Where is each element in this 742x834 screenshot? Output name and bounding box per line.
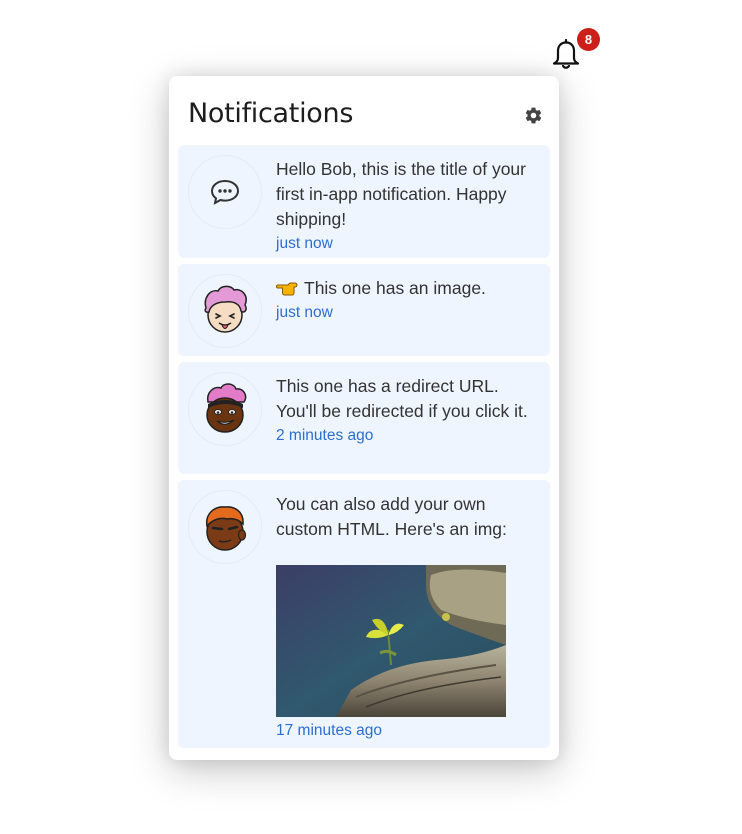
notification-message: This one has an image. [304, 278, 486, 298]
avatar-dark-skin-pink-hair [206, 383, 247, 433]
notification-bell-button[interactable]: 8 [547, 26, 603, 74]
notification-message: Hello Bob, this is the title of your fir… [276, 159, 526, 229]
notification-time: 17 minutes ago [276, 722, 382, 739]
notification-item[interactable]: This one has a redirect URL. You'll be r… [178, 362, 550, 474]
gear-icon[interactable] [524, 106, 543, 125]
panel-header: Notifications [178, 76, 550, 145]
pointing-hand-icon [276, 282, 298, 296]
notification-count-badge: 8 [577, 28, 600, 51]
notification-message: You can also add your own custom HTML. H… [276, 494, 507, 539]
notification-time: 2 minutes ago [276, 427, 374, 444]
chat-bubble-icon [210, 179, 240, 205]
notification-message: This one has a redirect URL. You'll be r… [276, 376, 528, 421]
notification-time: just now [276, 304, 333, 321]
notification-item[interactable]: This one has an image. just now [178, 264, 550, 356]
avatar-pink-hair [204, 285, 247, 333]
notification-avatar [188, 490, 262, 564]
notification-item[interactable]: Hello Bob, this is the title of your fir… [178, 145, 550, 258]
notification-avatar [188, 274, 262, 348]
flower-on-log-photo [276, 565, 506, 717]
notification-avatar [188, 155, 262, 229]
notification-item[interactable]: You can also add your own custom HTML. H… [178, 480, 550, 748]
avatar-brown-hair [205, 506, 247, 551]
notification-avatar [188, 372, 262, 446]
notifications-panel: Notifications Hello Bob, this is the tit… [169, 76, 559, 760]
notification-time: just now [276, 235, 333, 252]
bell-icon [552, 39, 580, 69]
panel-title: Notifications [188, 98, 354, 129]
